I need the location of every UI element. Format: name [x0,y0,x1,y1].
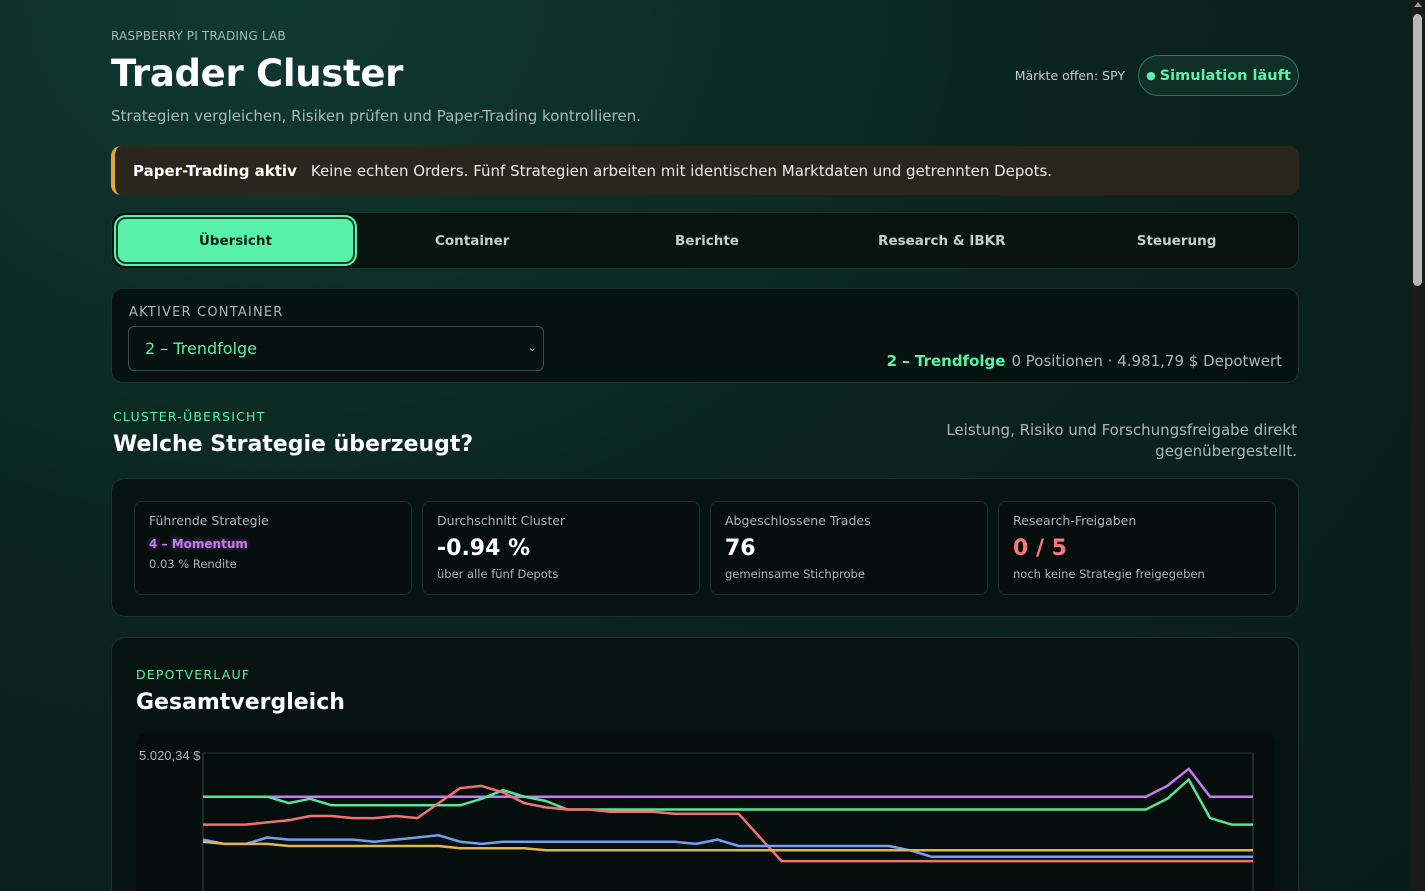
market-status: Märkte offen: SPY [1014,68,1125,83]
tab-uebersicht[interactable]: Übersicht [116,217,355,264]
container-select[interactable]: 2 – Trendfolge ⌄ [128,326,544,371]
y-axis-top-label: 5.020,34 $ [139,748,201,763]
card-sub: 0.03 % Rendite [149,557,237,571]
active-container-panel: AKTIVER CONTAINER 2 – Trendfolge ⌄ 2 – T… [111,288,1299,383]
portfolio-history-panel: DEPOTVERLAUF Gesamtvergleich 5.020,34 $ [111,637,1299,891]
banner-label: Paper-Trading aktiv [133,161,297,180]
banner-text: Keine echten Orders. Fünf Strategien arb… [310,161,1053,180]
card-label: Research-Freigaben [1013,513,1137,528]
active-container-label: AKTIVER CONTAINER [129,305,284,320]
container-info-name: 2 – Trendfolge [886,352,1006,370]
page-subtitle: Strategien vergleichen, Risiken prüfen u… [111,107,641,125]
card-sub: gemeinsame Stichprobe [725,567,865,581]
overview-note: Leistung, Risiko und Forschungsfreigabe … [946,421,1297,460]
app-eyebrow: RASPBERRY PI TRADING LAB [111,29,286,43]
card-sub: noch keine Strategie freigegeben [1013,567,1205,581]
tab-container[interactable]: Container [355,217,590,264]
card-label: Durchschnitt Cluster [437,513,566,528]
leading-strategy-name: 4 – Momentum [149,537,248,551]
card-research-releases: Research-Freigaben 0 / 5 noch keine Stra… [998,501,1276,595]
tab-research-ibkr[interactable]: Research & IBKR [824,217,1059,264]
card-closed-trades: Abgeschlossene Trades 76 gemeinsame Stic… [710,501,988,595]
page-title: Trader Cluster [111,52,404,95]
page-scrollbar[interactable] [1410,0,1425,891]
chart-eyebrow: DEPOTVERLAUF [136,667,251,682]
card-leading-strategy: Führende Strategie 4 – Momentum 0.03 % R… [134,501,412,595]
status-dot-icon: ● [1146,69,1156,82]
simulation-status-button[interactable]: ● Simulation läuft [1138,55,1299,96]
card-value: 0 / 5 [1013,536,1067,561]
chart-title: Gesamtvergleich [136,690,345,715]
portfolio-chart-svg: 5.020,34 $ [139,748,1254,891]
overview-eyebrow: CLUSTER-ÜBERSICHT [113,409,266,424]
card-value: -0.94 % [437,536,531,561]
card-cluster-average: Durchschnitt Cluster -0.94 % über alle f… [422,501,700,595]
portfolio-chart: 5.020,34 $ [136,734,1275,891]
tab-steuerung[interactable]: Steuerung [1059,217,1294,264]
main-tabs: Übersicht Container Berichte Research & … [111,212,1299,269]
chart-series-line-0 [203,767,1253,798]
tab-berichte[interactable]: Berichte [590,217,825,264]
card-value: 76 [725,536,756,561]
container-info: 2 – Trendfolge 0 Positionen · 4.981,79 $ … [887,352,1282,370]
card-sub: über alle fünf Depots [437,567,559,581]
scrollbar-thumb[interactable] [1413,14,1422,286]
scroll-up-icon[interactable] [1414,2,1422,7]
paper-trading-banner: Paper-Trading aktiv Keine echten Orders.… [111,146,1299,195]
overview-title: Welche Strategie überzeugt? [113,432,474,457]
chevron-down-icon: ⌄ [527,341,537,354]
card-label: Führende Strategie [149,513,269,528]
container-select-value: 2 – Trendfolge [145,339,258,358]
container-info-text: 0 Positionen · 4.981,79 $ Depotwert [1011,352,1282,370]
simulation-status-label: Simulation läuft [1159,67,1291,84]
card-label: Abgeschlossene Trades [725,513,871,528]
kpi-cards: Führende Strategie 4 – Momentum 0.03 % R… [111,478,1299,617]
